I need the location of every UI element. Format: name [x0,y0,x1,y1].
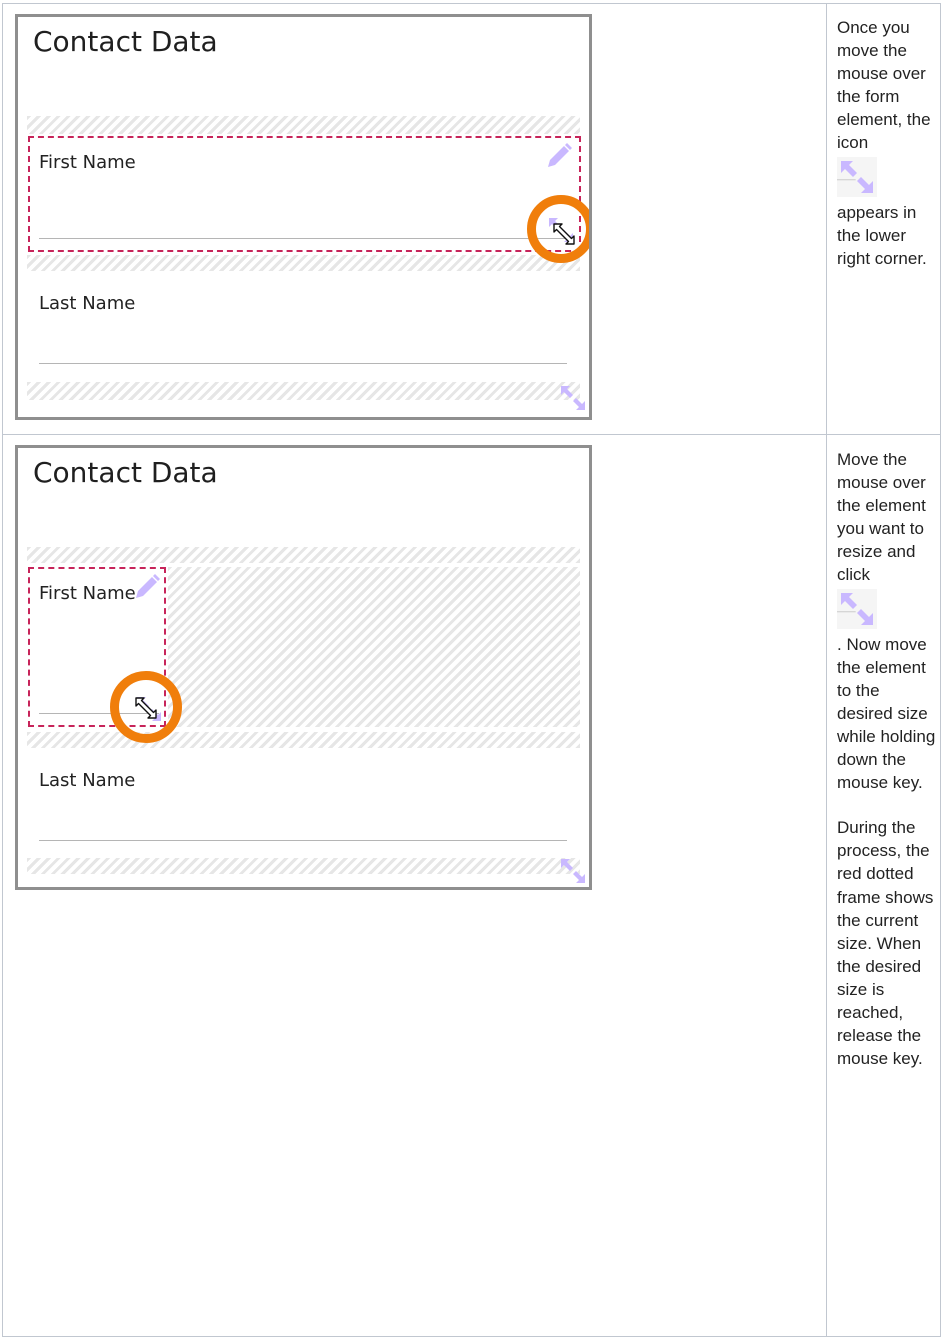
description-text: Move the mouse over the element you want… [837,450,926,585]
first-name-input-line[interactable] [39,238,567,239]
description-cell: Once you move the mouse over the form el… [837,16,937,270]
resize-handle-icon[interactable] [558,856,588,886]
hatch-strip [27,858,580,874]
description-text: Once you move the mouse over the form el… [837,18,931,153]
highlight-ring [110,671,182,743]
table-border-right [940,3,941,1337]
last-name-label: Last Name [39,293,136,314]
hatch-strip [27,547,580,563]
pencil-icon[interactable] [544,141,574,171]
hatch-strip [27,116,580,134]
resize-icon [837,588,877,629]
form-title: Contact Data [33,456,218,489]
hatch-strip [27,255,580,271]
content-table: Contact Data First Name Last Name Once y… [0,0,943,1338]
screenshot-hover-state: Contact Data First Name Last Name [15,14,592,420]
last-name-input-line[interactable] [39,840,567,841]
description-text: appears in the lower right corner. [837,202,927,268]
resize-icon [837,156,877,197]
resize-handle-icon[interactable] [558,383,588,413]
first-name-label: First Name [39,152,136,173]
highlight-ring [527,195,589,263]
screenshot-resize-state: Contact Data First Name Last Name [15,445,592,890]
table-row-divider [2,434,941,435]
pencil-icon[interactable] [132,572,162,602]
table-column-divider [826,3,827,1337]
first-name-label: First Name [39,583,136,604]
form-title: Contact Data [33,25,218,58]
resize-target-area [168,567,580,727]
last-name-input-line[interactable] [39,363,567,364]
hatch-strip [27,732,580,748]
table-border-top [2,3,941,4]
description-cell: Move the mouse over the element you want… [837,448,937,1070]
last-name-label: Last Name [39,770,136,791]
description-text: During the process, the red dotted frame… [837,818,934,1069]
table-border-left [2,3,3,1337]
table-border-bottom [2,1336,941,1337]
hatch-strip [27,382,580,400]
description-text: . Now move the element to the desired si… [837,634,936,793]
